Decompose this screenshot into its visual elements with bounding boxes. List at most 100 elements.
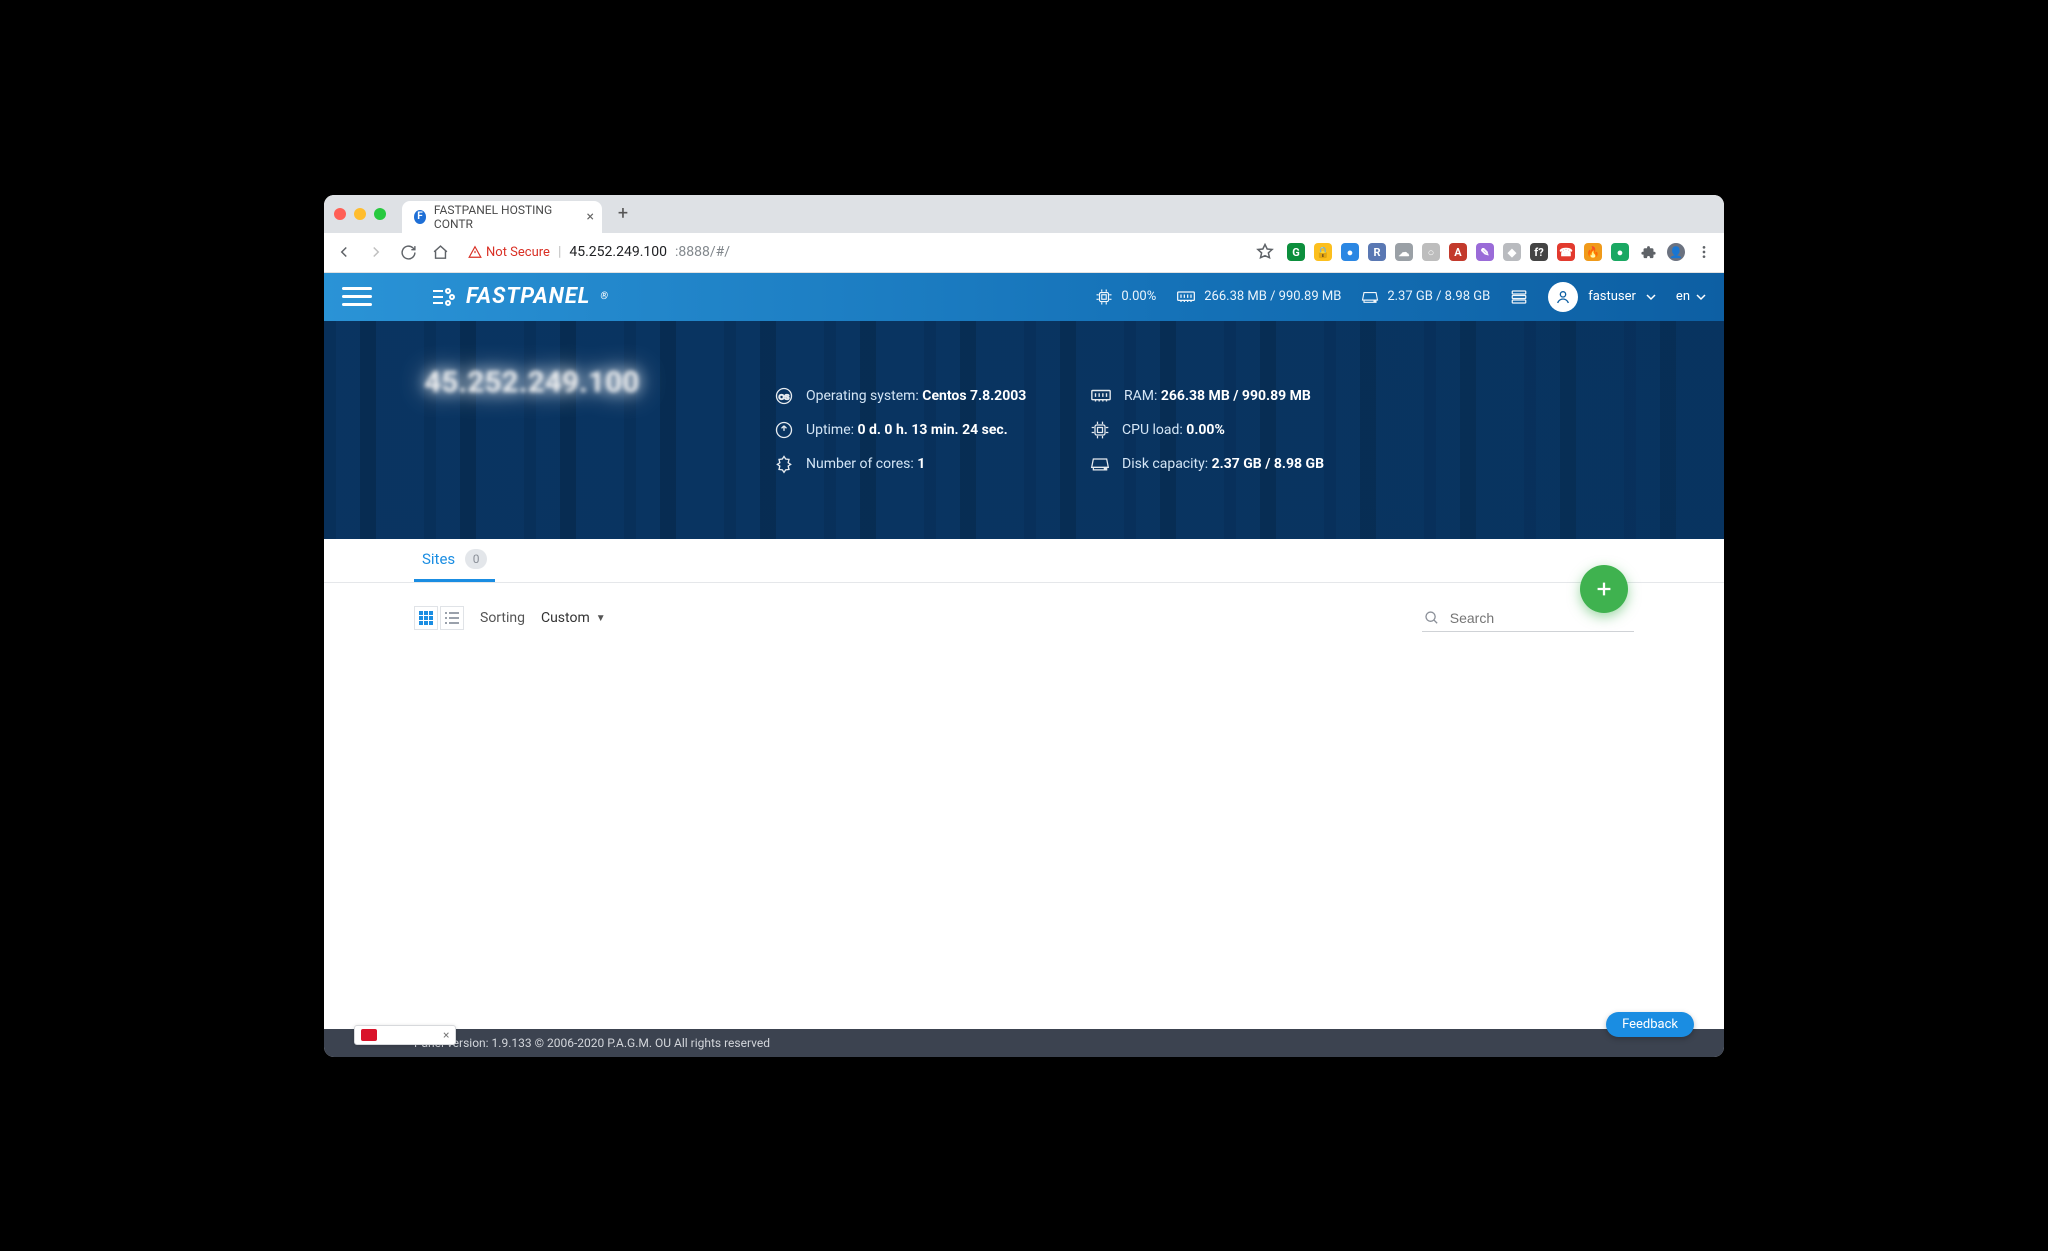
- grid-icon: [419, 611, 433, 625]
- list-view-button[interactable]: [440, 606, 464, 630]
- ram-icon: [1176, 290, 1196, 304]
- topbar-disk-stat[interactable]: 2.37 GB / 8.98 GB: [1361, 288, 1490, 306]
- svg-text:OS: OS: [779, 392, 790, 401]
- topbar-cpu-stat[interactable]: 0.00%: [1095, 288, 1156, 306]
- window-controls: [334, 208, 386, 220]
- topbar-ram-value: 266.38 MB / 990.89 MB: [1204, 289, 1341, 304]
- bookmark-star-icon[interactable]: [1255, 242, 1275, 262]
- tab-title: FASTPANEL HOSTING CONTR: [434, 203, 570, 231]
- info-cpu-load: CPU load: 0.00%: [1090, 420, 1350, 440]
- brand-reg-mark: ®: [600, 291, 609, 302]
- sites-empty-area: [324, 642, 1724, 1029]
- browser-tabbar: F FASTPANEL HOSTING CONTR × +: [324, 195, 1724, 233]
- sorting-value: Custom: [541, 610, 590, 626]
- extension-icon[interactable]: R: [1368, 243, 1386, 261]
- os-icon: OS: [774, 386, 794, 406]
- extension-icon[interactable]: 🔒: [1314, 243, 1332, 261]
- not-secure-indicator[interactable]: Not Secure: [468, 245, 550, 260]
- extension-icon[interactable]: A: [1449, 243, 1467, 261]
- download-thumb-icon: [361, 1029, 377, 1041]
- extensions-tray: G 🔒 ● R ☁ ○ A ✎ ◆ f? ☎ 🔥 ● 👤: [1287, 242, 1714, 262]
- language-label: en: [1676, 289, 1690, 304]
- favicon-icon: F: [414, 210, 426, 224]
- extension-icon[interactable]: ☎: [1557, 243, 1575, 261]
- profile-avatar-icon[interactable]: 👤: [1667, 243, 1685, 261]
- user-avatar-icon: [1548, 282, 1578, 312]
- extension-icon[interactable]: ☁: [1395, 243, 1413, 261]
- extension-icon[interactable]: ○: [1422, 243, 1440, 261]
- sites-tabstrip: Sites 0: [324, 539, 1724, 583]
- add-site-button[interactable]: [1580, 565, 1628, 613]
- uptime-icon: [774, 420, 794, 440]
- extension-icon[interactable]: f?: [1530, 243, 1548, 261]
- browser-window: F FASTPANEL HOSTING CONTR × + Not Secure…: [324, 195, 1724, 1057]
- footer-text: Panel version: 1.9.133 © 2006-2020 P.A.G…: [414, 1036, 770, 1050]
- tab-sites[interactable]: Sites 0: [414, 549, 495, 582]
- sorting-dropdown[interactable]: Custom ▼: [541, 610, 606, 626]
- feedback-button[interactable]: Feedback: [1606, 1012, 1694, 1037]
- new-tab-button[interactable]: +: [610, 201, 636, 227]
- browser-tab[interactable]: F FASTPANEL HOSTING CONTR ×: [402, 201, 602, 233]
- fastpanel-topbar: FASTPANEL ® 0.00% 266.38 MB / 990.89 MB 2…: [324, 273, 1724, 321]
- address-bar[interactable]: Not Secure | 45.252.249.100:8888/#/: [462, 238, 1243, 266]
- home-button[interactable]: [430, 242, 450, 262]
- reload-button[interactable]: [398, 242, 418, 262]
- extension-icon[interactable]: 🔥: [1584, 243, 1602, 261]
- search-icon: [1424, 609, 1440, 627]
- grid-view-button[interactable]: [414, 606, 438, 630]
- topbar-ram-stat[interactable]: 266.38 MB / 990.89 MB: [1176, 289, 1341, 304]
- close-icon[interactable]: ×: [443, 1028, 449, 1042]
- extension-icon[interactable]: ●: [1341, 243, 1359, 261]
- brand-text: FASTPANEL: [466, 284, 590, 309]
- server-hero: 45.252.249.100 OS Operating system: Cent…: [324, 321, 1724, 539]
- topbar-disk-value: 2.37 GB / 8.98 GB: [1387, 289, 1490, 304]
- tab-close-icon[interactable]: ×: [587, 209, 594, 225]
- info-disk: Disk capacity: 2.37 GB / 8.98 GB: [1090, 454, 1350, 474]
- caret-down-icon: ▼: [596, 613, 606, 624]
- kebab-menu-icon[interactable]: [1694, 242, 1714, 262]
- brand-logo[interactable]: FASTPANEL ®: [432, 284, 609, 309]
- user-menu[interactable]: fastuser: [1548, 282, 1656, 312]
- extension-icon[interactable]: ✎: [1476, 243, 1494, 261]
- forward-button[interactable]: [366, 242, 386, 262]
- url-host: 45.252.249.100: [569, 244, 667, 260]
- sorting-label: Sorting: [480, 610, 525, 626]
- server-list-button[interactable]: [1510, 288, 1528, 306]
- extensions-puzzle-icon[interactable]: [1638, 242, 1658, 262]
- extension-icon[interactable]: G: [1287, 243, 1305, 261]
- browser-toolbar: Not Secure | 45.252.249.100:8888/#/ G 🔒 …: [324, 233, 1724, 273]
- cpu-icon: [1095, 288, 1113, 306]
- info-cores: Number of cores: 1: [774, 454, 1034, 474]
- sites-toolbar: Sorting Custom ▼: [324, 583, 1724, 642]
- view-toggle: [414, 606, 464, 630]
- plus-icon: [1593, 578, 1615, 600]
- not-secure-label: Not Secure: [486, 245, 550, 260]
- chevron-down-icon: [1646, 292, 1656, 302]
- back-button[interactable]: [334, 242, 354, 262]
- disk-icon: [1361, 288, 1379, 306]
- topbar-cpu-value: 0.00%: [1121, 289, 1156, 304]
- tab-sites-label: Sites: [422, 550, 455, 568]
- server-ip: 45.252.249.100: [424, 365, 639, 400]
- window-zoom-button[interactable]: [374, 208, 386, 220]
- server-info-grid: OS Operating system: Centos 7.8.2003 RAM…: [774, 386, 1350, 474]
- extension-icon[interactable]: ◆: [1503, 243, 1521, 261]
- username-label: fastuser: [1588, 289, 1636, 304]
- cores-icon: [774, 454, 794, 474]
- window-minimize-button[interactable]: [354, 208, 366, 220]
- window-close-button[interactable]: [334, 208, 346, 220]
- language-switcher[interactable]: en: [1676, 289, 1706, 304]
- servers-icon: [1510, 288, 1528, 306]
- footer: Panel version: 1.9.133 © 2006-2020 P.A.G…: [324, 1029, 1724, 1057]
- extension-icon[interactable]: ●: [1611, 243, 1629, 261]
- disk-icon: [1090, 454, 1110, 474]
- chevron-down-icon: [1696, 292, 1706, 302]
- list-icon: [445, 611, 459, 625]
- menu-button[interactable]: [342, 282, 372, 312]
- sites-count-badge: 0: [465, 549, 487, 569]
- brand-mark-icon: [432, 287, 458, 307]
- info-os: OS Operating system: Centos 7.8.2003: [774, 386, 1034, 406]
- download-shelf-item[interactable]: ×: [354, 1025, 456, 1045]
- info-uptime: Uptime: 0 d. 0 h. 13 min. 24 sec.: [774, 420, 1034, 440]
- info-ram: RAM: 266.38 MB / 990.89 MB: [1090, 386, 1350, 406]
